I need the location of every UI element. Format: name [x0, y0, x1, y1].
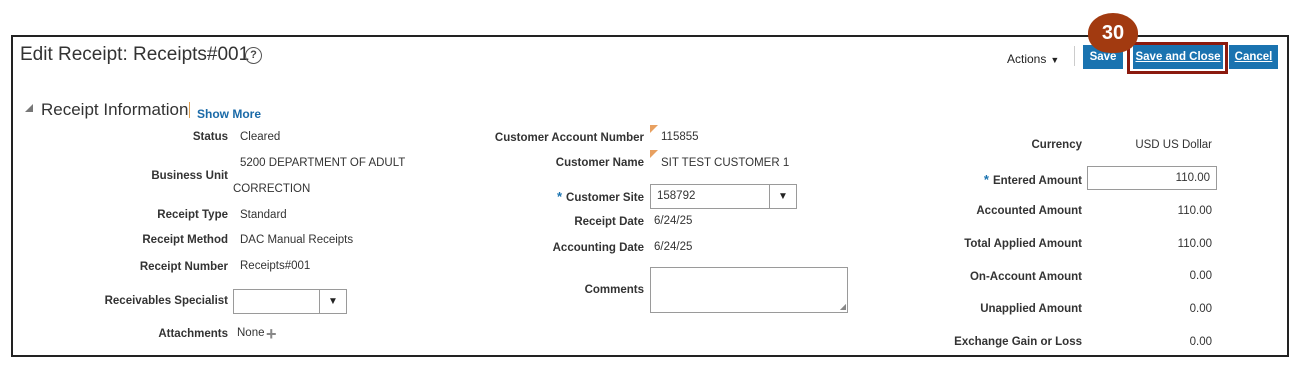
total-applied-label: Total Applied Amount: [964, 238, 1082, 250]
accounted-amount-label: Accounted Amount: [976, 205, 1082, 217]
customer-account-value: 115855: [661, 131, 699, 143]
unapplied-value: 0.00: [1189, 303, 1212, 315]
required-asterisk: *: [983, 172, 989, 187]
entered-amount-input[interactable]: 110.00: [1087, 166, 1217, 190]
actions-label: Actions: [1007, 52, 1047, 66]
receipt-type-value: Standard: [240, 209, 287, 221]
step-highlight-box: [1127, 42, 1228, 74]
changed-flag-icon: [650, 125, 658, 133]
entered-amount-label: * Entered Amount: [984, 172, 1082, 187]
status-value: Cleared: [240, 131, 281, 143]
step-badge: 30: [1088, 13, 1138, 53]
entered-amount-label-text: Entered Amount: [992, 175, 1082, 187]
comments-label: Comments: [584, 284, 644, 296]
customer-account-label: Customer Account Number: [494, 132, 644, 144]
attachments-label: Attachments: [158, 328, 228, 340]
show-more-link[interactable]: Show More: [197, 107, 261, 121]
actions-menu[interactable]: Actions ▼: [1007, 52, 1059, 66]
comments-textarea[interactable]: ◢: [650, 267, 848, 313]
accounting-date-label: Accounting Date: [552, 242, 644, 254]
receipt-method-value: DAC Manual Receipts: [240, 234, 354, 246]
customer-site-label: * Customer Site: [557, 189, 644, 204]
accounted-amount-value: 110.00: [1177, 205, 1212, 217]
chevron-down-icon[interactable]: ▼: [769, 185, 796, 208]
plus-icon[interactable]: +: [266, 325, 277, 343]
collapse-triangle-icon[interactable]: [25, 104, 33, 112]
receipt-date-label: Receipt Date: [574, 216, 644, 228]
chevron-down-icon[interactable]: ▼: [319, 290, 346, 313]
receipt-number-label: Receipt Number: [139, 261, 228, 273]
section-title: Receipt Information: [41, 100, 189, 119]
section-divider: [189, 102, 190, 118]
total-applied-value: 110.00: [1177, 238, 1212, 250]
accounting-date-value: 6/24/25: [654, 241, 693, 253]
receipt-type-label: Receipt Type: [157, 209, 228, 221]
business-unit-value-line1: 5200 DEPARTMENT OF ADULT: [240, 157, 406, 169]
attachments-value: None: [237, 327, 265, 339]
currency-value: USD US Dollar: [1135, 139, 1212, 151]
receivables-specialist-label: Receivables Specialist: [104, 295, 228, 307]
receivables-specialist-select[interactable]: ▼: [233, 289, 347, 314]
changed-flag-icon: [650, 150, 658, 158]
status-label: Status: [192, 131, 228, 143]
receipt-date-value: 6/24/25: [654, 215, 693, 227]
exchange-gain-loss-label: Exchange Gain or Loss: [954, 336, 1082, 348]
customer-site-select[interactable]: 158792 ▼: [650, 184, 797, 209]
resize-grip-icon[interactable]: ◢: [840, 302, 846, 311]
required-asterisk: *: [556, 189, 563, 204]
toolbar-divider: [1074, 46, 1075, 66]
customer-site-label-text: Customer Site: [566, 192, 644, 204]
customer-name-value: SIT TEST CUSTOMER 1: [661, 157, 790, 169]
receipt-number-value: Receipts#001: [240, 260, 311, 272]
page-title: Edit Receipt: Receipts#001: [20, 44, 250, 65]
exchange-gain-loss-value: 0.00: [1189, 336, 1212, 348]
business-unit-label: Business Unit: [151, 170, 228, 182]
unapplied-label: Unapplied Amount: [980, 303, 1082, 315]
help-icon[interactable]: ?: [245, 47, 262, 64]
caret-down-icon: ▼: [1050, 55, 1060, 65]
on-account-label: On-Account Amount: [969, 271, 1082, 283]
on-account-value: 0.00: [1189, 270, 1212, 282]
cancel-button[interactable]: Cancel: [1229, 45, 1278, 69]
customer-name-label: Customer Name: [555, 157, 644, 169]
receipt-method-label: Receipt Method: [142, 234, 228, 246]
customer-site-value: 158792: [657, 190, 696, 202]
business-unit-value-line2: CORRECTION: [233, 183, 311, 195]
currency-label: Currency: [1031, 139, 1083, 151]
